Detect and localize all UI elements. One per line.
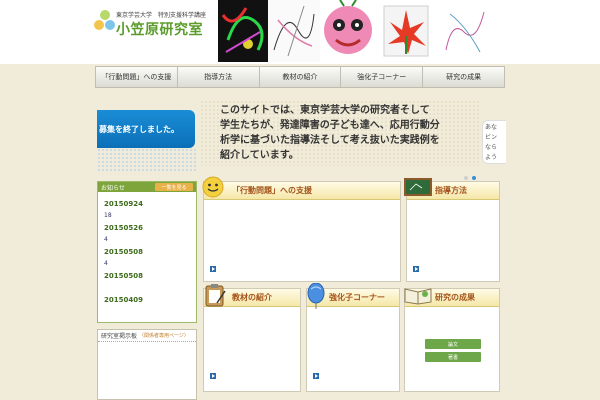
card-title-teaching[interactable]: 指導方法 bbox=[435, 185, 467, 196]
card-reinforcer: 強化子コーナー bbox=[306, 283, 400, 392]
slider-dot-2[interactable] bbox=[472, 176, 476, 180]
nav-item-results[interactable]: 研究の成果 bbox=[423, 67, 504, 87]
site-subtitle: 東京学芸大学 特別支援科学講座 bbox=[116, 12, 207, 19]
open-book-icon bbox=[404, 288, 432, 305]
hero-line-4: 紹介しています。 bbox=[220, 150, 299, 161]
clipboard-icon bbox=[205, 284, 226, 307]
artwork-image-2 bbox=[268, 0, 320, 62]
nav-item-behavior[interactable]: 「行動問題」への支援 bbox=[96, 67, 178, 87]
slider-dot-1[interactable] bbox=[464, 176, 468, 180]
site-title: 小笠原研究室 bbox=[116, 22, 203, 38]
paper-button[interactable]: 論文 bbox=[425, 339, 481, 349]
news-panel: お知らせ 一覧を見る 20150924 18 20150526 4 201505… bbox=[97, 181, 197, 323]
news-date[interactable]: 20150924 bbox=[104, 198, 196, 210]
hero-slide: このサイトでは、東京学芸大学の研究者そして 学生たちが、発達障害の子ども達へ、応… bbox=[200, 100, 480, 166]
global-nav: 「行動問題」への支援 指導方法 教材の紹介 強化子コーナー 研究の成果 bbox=[95, 66, 505, 88]
recruit-banner[interactable]: 募集を終了しました。 bbox=[97, 110, 195, 148]
card-title-reinforcer[interactable]: 強化子コーナー bbox=[329, 292, 385, 303]
hero-next-line-2: ビン bbox=[485, 134, 498, 141]
bulletin-title: 研究室掲示板 bbox=[101, 333, 138, 340]
bulletin-subtitle: （関係者専用ページ） bbox=[139, 333, 189, 339]
hero-dot-pattern bbox=[97, 148, 197, 172]
card-link-arrow-icon[interactable] bbox=[210, 266, 216, 272]
logo-dots-icon bbox=[94, 10, 116, 38]
artwork-image-3 bbox=[320, 0, 376, 62]
news-count: 4 bbox=[104, 260, 108, 267]
card-results: 研究の成果 論文 著書 bbox=[404, 288, 500, 392]
news-date[interactable]: 20150508 bbox=[104, 270, 196, 282]
card-link-arrow-icon[interactable] bbox=[313, 373, 319, 379]
hero-slide-next: あな ビン なら よう bbox=[482, 120, 506, 164]
card-teaching: 指導方法 bbox=[404, 178, 500, 282]
card-title-results[interactable]: 研究の成果 bbox=[435, 292, 475, 303]
book-button[interactable]: 著書 bbox=[425, 352, 481, 362]
news-count bbox=[104, 282, 196, 294]
news-count: 4 bbox=[104, 236, 108, 243]
news-heading: お知らせ bbox=[101, 184, 125, 192]
news-date[interactable]: 20150409 bbox=[104, 294, 196, 306]
news-header: お知らせ 一覧を見る bbox=[98, 182, 196, 192]
news-list-button[interactable]: 一覧を見る bbox=[155, 183, 193, 191]
news-count: 18 bbox=[104, 212, 112, 219]
card-title-materials[interactable]: 教材の紹介 bbox=[232, 292, 272, 303]
hero-slide-prev: 募集を終了しました。 bbox=[97, 100, 197, 172]
card-link-arrow-icon[interactable] bbox=[413, 266, 419, 272]
hero-line-1: このサイトでは、東京学芸大学の研究者そして bbox=[220, 105, 430, 116]
artwork-image-5 bbox=[436, 0, 492, 62]
hero-next-line-1: あな bbox=[485, 124, 498, 131]
nav-item-teaching[interactable]: 指導方法 bbox=[178, 67, 260, 87]
card-behavior: 「行動問題」への支援 bbox=[202, 176, 401, 282]
news-date[interactable]: 20150508 bbox=[104, 246, 196, 258]
news-date[interactable]: 20150526 bbox=[104, 222, 196, 234]
card-link-arrow-icon[interactable] bbox=[210, 373, 216, 379]
hero-next-line-3: なら bbox=[485, 144, 498, 151]
hero-line-2: 学生たちが、発達障害の子ども達へ、応用行動分 bbox=[220, 120, 440, 131]
hero-next-line-4: よう bbox=[485, 154, 498, 161]
news-list: 20150924 18 20150526 4 20150508 4 201505… bbox=[98, 192, 196, 306]
card-materials: 教材の紹介 bbox=[203, 284, 301, 392]
nav-item-reinforcer[interactable]: 強化子コーナー bbox=[341, 67, 424, 87]
bulletin-header[interactable]: 研究室掲示板 （関係者専用ページ） bbox=[98, 330, 196, 342]
blackboard-icon bbox=[404, 178, 432, 196]
smiley-icon bbox=[202, 176, 224, 198]
bulletin-board: 研究室掲示板 （関係者専用ページ） bbox=[97, 329, 197, 400]
balloon-icon bbox=[307, 283, 325, 309]
artwork-image-1 bbox=[218, 0, 268, 62]
card-header: 「行動問題」への支援 bbox=[204, 182, 400, 200]
card-title-behavior[interactable]: 「行動問題」への支援 bbox=[232, 185, 312, 196]
hero-line-3: 析学に基づいた指導法そして考え抜いた実践例を bbox=[220, 135, 440, 146]
artwork-image-4 bbox=[376, 0, 436, 62]
nav-item-materials[interactable]: 教材の紹介 bbox=[260, 67, 342, 87]
header: 東京学芸大学 特別支援科学講座 小笠原研究室 bbox=[0, 0, 600, 64]
